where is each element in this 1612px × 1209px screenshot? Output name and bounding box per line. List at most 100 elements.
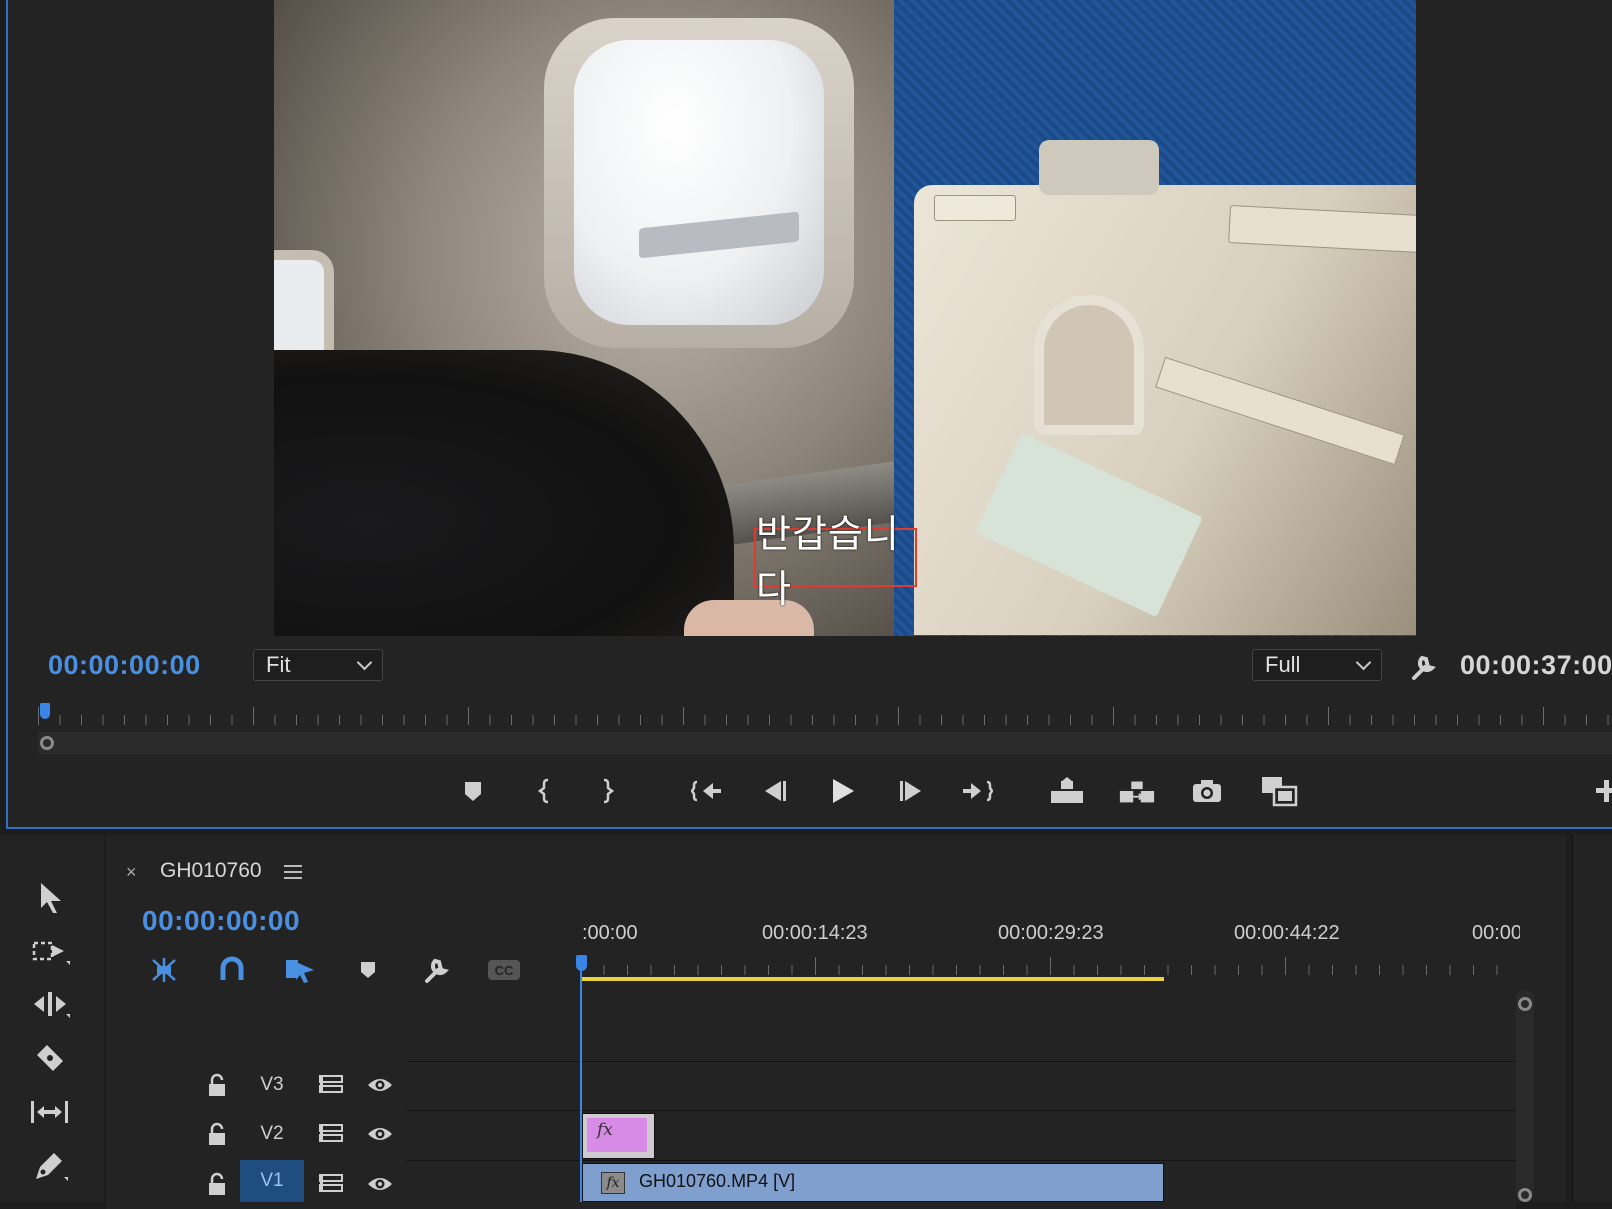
- tray-latch: [1039, 140, 1159, 195]
- step-forward-button[interactable]: [892, 772, 930, 810]
- go-to-out-icon: [963, 780, 993, 802]
- track-name-v3[interactable]: V3: [240, 1061, 304, 1109]
- ripple-edit-icon: [34, 992, 70, 1018]
- timeline-timecode[interactable]: 00:00:00:00: [142, 905, 300, 937]
- slip-tool[interactable]: [26, 1090, 74, 1134]
- caption-text-box[interactable]: 반갑습니다: [754, 512, 917, 611]
- airplane-window: [574, 40, 824, 325]
- play-button[interactable]: [824, 772, 862, 810]
- video-clip-v1[interactable]: fx GH010760.MP4 [V]: [582, 1163, 1164, 1202]
- mark-out-button[interactable]: [588, 772, 626, 810]
- ruler-label: 00:00:29:23: [998, 922, 1104, 944]
- track-name-v1[interactable]: V1: [240, 1160, 304, 1202]
- panel-menu-icon[interactable]: [284, 864, 302, 880]
- track-select-icon: [32, 941, 70, 965]
- mark-in-button[interactable]: [526, 772, 564, 810]
- monitor-time-ruler[interactable]: [38, 705, 1612, 727]
- timeline-add-marker-button[interactable]: [348, 952, 388, 988]
- lock-icon[interactable]: [206, 1172, 228, 1196]
- lock-icon[interactable]: [206, 1073, 228, 1097]
- slip-icon: [31, 1101, 68, 1123]
- nest-toggle-button[interactable]: [144, 952, 184, 988]
- export-frame-button[interactable]: [1188, 772, 1226, 810]
- captions-button[interactable]: CC: [484, 952, 524, 988]
- cup-holder: [1034, 295, 1144, 435]
- eye-icon[interactable]: [366, 1076, 394, 1094]
- monitor-zoom-scrollbar[interactable]: [38, 732, 1612, 754]
- play-icon: [833, 779, 854, 803]
- eye-icon[interactable]: [366, 1175, 394, 1193]
- magnet-icon: [220, 956, 244, 980]
- monitor-current-timecode[interactable]: 00:00:00:00: [48, 650, 201, 681]
- monitor-duration-timecode: 00:00:37:00: [1460, 650, 1612, 680]
- razor-blade-icon: [37, 1045, 63, 1071]
- camera-icon: [1193, 780, 1221, 802]
- wrench-icon: [425, 958, 449, 983]
- audio-meters-panel: [1572, 835, 1612, 1202]
- ruler-label: 00:00:: [1472, 922, 1520, 944]
- go-to-out-button[interactable]: [958, 772, 996, 810]
- ruler-label: 00:00:44:22: [1234, 922, 1340, 944]
- zoom-level-dropdown[interactable]: Fit: [253, 649, 383, 681]
- close-sequence-icon[interactable]: ×: [126, 862, 142, 882]
- lock-icon[interactable]: [206, 1122, 228, 1146]
- pen-tool[interactable]: [26, 1144, 74, 1188]
- seat-label: [934, 195, 1016, 221]
- linked-selection-button[interactable]: [280, 952, 320, 988]
- plus-icon: [1596, 780, 1612, 802]
- settings-wrench-icon[interactable]: [1408, 652, 1438, 682]
- sync-lock-icon[interactable]: [318, 1173, 344, 1195]
- comparison-view-button[interactable]: [1260, 772, 1298, 810]
- chevron-down-icon: [1355, 654, 1372, 671]
- fx-badge: fx: [597, 1120, 613, 1140]
- extract-icon: [1119, 781, 1155, 803]
- track-name-v2[interactable]: V2: [240, 1110, 304, 1158]
- linked-selection-icon: [286, 960, 314, 983]
- work-area-bar[interactable]: [580, 977, 1164, 981]
- go-to-in-icon: [691, 780, 721, 802]
- clip-name: GH010760.MP4 [V]: [639, 1171, 796, 1191]
- timeline-vertical-scrollbar[interactable]: [1516, 990, 1534, 1202]
- video-viewer[interactable]: 반갑습니다: [274, 0, 1416, 636]
- extract-button[interactable]: [1118, 772, 1156, 810]
- snap-toggle-button[interactable]: [212, 952, 252, 988]
- pen-icon: [36, 1153, 68, 1181]
- scroll-handle-icon[interactable]: [1518, 1188, 1532, 1202]
- track-select-tool[interactable]: [26, 930, 74, 974]
- svg-text:CC: CC: [495, 963, 514, 978]
- lift-icon: [1051, 777, 1083, 803]
- scroll-handle-icon[interactable]: [1518, 997, 1532, 1011]
- playback-resolution-value: Full: [1265, 652, 1301, 677]
- sequence-tab-title[interactable]: GH010760: [160, 859, 262, 883]
- sync-lock-icon[interactable]: [318, 1074, 344, 1096]
- nest-icon: [152, 958, 176, 982]
- step-forward-icon: [900, 781, 921, 801]
- playback-resolution-dropdown[interactable]: Full: [1252, 649, 1382, 681]
- zoom-level-value: Fit: [266, 652, 291, 677]
- step-back-icon: [765, 781, 786, 801]
- zoom-handle-icon[interactable]: [40, 736, 54, 750]
- eye-icon[interactable]: [366, 1125, 394, 1143]
- go-to-in-button[interactable]: [688, 772, 726, 810]
- closed-captions-icon: CC: [488, 960, 520, 980]
- timeline-playhead-line[interactable]: [580, 955, 582, 1202]
- sync-lock-icon[interactable]: [318, 1123, 344, 1145]
- razor-tool[interactable]: [26, 1036, 74, 1080]
- mark-out-icon: [603, 778, 615, 804]
- monitor-playhead[interactable]: [40, 703, 50, 719]
- add-button[interactable]: [1594, 772, 1612, 810]
- marker-icon: [465, 782, 481, 801]
- step-back-button[interactable]: [756, 772, 794, 810]
- ruler-label: 00:00:14:23: [762, 922, 868, 944]
- ripple-edit-tool[interactable]: [26, 983, 74, 1027]
- graphic-clip-thumbnail: fx: [587, 1118, 647, 1152]
- timeline-settings-button[interactable]: [416, 952, 456, 988]
- selection-tool[interactable]: [26, 876, 74, 920]
- timeline-time-ruler[interactable]: [580, 955, 1510, 975]
- program-monitor: 반갑습니다 00:00:00:00 Fit Full 00:00:37:00: [6, 0, 1612, 829]
- timeline-playhead[interactable]: [576, 955, 587, 971]
- add-marker-button[interactable]: [454, 772, 492, 810]
- graphic-clip-v2[interactable]: fx: [582, 1113, 655, 1159]
- lift-button[interactable]: [1048, 772, 1086, 810]
- comparison-view-icon: [1262, 777, 1298, 807]
